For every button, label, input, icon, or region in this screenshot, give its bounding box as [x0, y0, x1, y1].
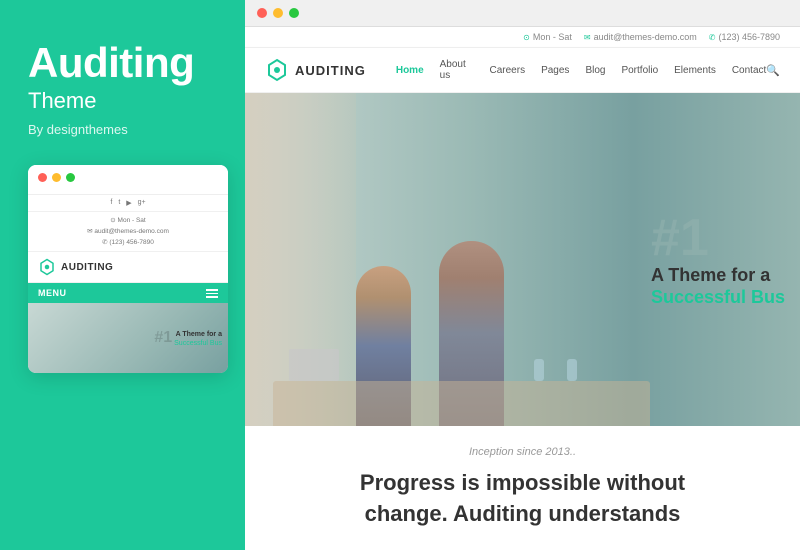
mobile-traffic-lights [38, 173, 218, 182]
phone-icon: ✆ [709, 33, 716, 42]
mobile-logo-icon [38, 258, 56, 276]
site-headline: Progress is impossible without change. A… [275, 468, 770, 530]
mobile-menu-label: MENU [38, 288, 67, 298]
browser-tl-green [289, 8, 299, 18]
mobile-preview-card: f t ▶ g+ ⊙ Mon - Sat ✉ audit@themes-demo… [28, 165, 228, 373]
site-logo[interactable]: AUDITING [265, 58, 366, 82]
site-headline-line1: Progress is impossible without [360, 470, 685, 495]
browser-tl-red [257, 8, 267, 18]
nav-link-blog[interactable]: Blog [585, 65, 605, 76]
nav-link-careers[interactable]: Careers [490, 65, 526, 76]
hero-tagline-line1: A Theme for a [651, 264, 785, 287]
mobile-tl-yellow [52, 173, 61, 182]
email-icon: ✉ [584, 33, 591, 42]
site-topbar: ⊙ Mon - Sat ✉ audit@themes-demo.com ✆ (1… [245, 27, 800, 48]
site-logo-icon [265, 58, 289, 82]
left-panel: Auditing Theme By designthemes f t ▶ g+ … [0, 0, 245, 550]
site-nav-links: Home About us Careers Pages Blog Portfol… [396, 59, 766, 81]
mobile-logo-text: AUDITING [61, 262, 113, 273]
mobile-hero-image: #1 A Theme for a Successful Bus [28, 303, 228, 373]
nav-link-contact[interactable]: Contact [732, 65, 766, 76]
mobile-info-bar: ⊙ Mon - Sat ✉ audit@themes-demo.com ✆ (1… [28, 212, 228, 252]
site-email-text: audit@themes-demo.com [594, 32, 697, 42]
theme-title: Auditing [28, 40, 194, 86]
mobile-email: ✉ audit@themes-demo.com [28, 226, 228, 237]
mobile-hamburger-icon [206, 289, 218, 298]
mobile-hero-accent: Successful Bus [174, 340, 222, 347]
browser-chrome [245, 0, 800, 27]
hero-text-area: #1 A Theme for a Successful Bus [651, 212, 785, 308]
browser-tl-yellow [273, 8, 283, 18]
site-topbar-schedule: ⊙ Mon - Sat [523, 32, 572, 42]
theme-subtitle: Theme [28, 88, 96, 114]
nav-search-icon[interactable]: 🔍 [766, 64, 780, 77]
nav-link-home[interactable]: Home [396, 65, 424, 76]
site-nav: AUDITING Home About us Careers Pages Blo… [245, 48, 800, 93]
mobile-schedule: ⊙ Mon - Sat [28, 215, 228, 226]
mobile-social-gp: g+ [138, 199, 146, 207]
mobile-logo-row: AUDITING [28, 252, 228, 283]
site-topbar-phone: ✆ (123) 456-7890 [709, 32, 780, 42]
hero-number: #1 [651, 212, 785, 264]
site-hero: #1 A Theme for a Successful Bus [245, 93, 800, 426]
mobile-tl-red [38, 173, 47, 182]
site-inception-text: Inception since 2013.. [275, 446, 770, 458]
nav-link-elements[interactable]: Elements [674, 65, 716, 76]
mobile-card-header [28, 165, 228, 195]
mobile-hero-number: #1 [154, 329, 172, 347]
mobile-hero-tagline: A Theme for a [174, 330, 222, 340]
website-preview: ⊙ Mon - Sat ✉ audit@themes-demo.com ✆ (1… [245, 27, 800, 550]
nav-link-pages[interactable]: Pages [541, 65, 569, 76]
mobile-tl-green [66, 173, 75, 182]
site-topbar-email: ✉ audit@themes-demo.com [584, 32, 697, 42]
site-headline-line2: change. Auditing understands [365, 501, 681, 526]
theme-author: By designthemes [28, 122, 128, 137]
site-phone-text: (123) 456-7890 [718, 32, 780, 42]
site-schedule-text: Mon - Sat [533, 32, 572, 42]
mobile-menu-bar[interactable]: MENU [28, 283, 228, 303]
mobile-social-fb: f [110, 199, 112, 207]
hero-tagline-line2: Successful Bus [651, 287, 785, 308]
mobile-social-tw: t [118, 199, 120, 207]
site-below-hero: Inception since 2013.. Progress is impos… [245, 426, 800, 550]
mobile-phone: ✆ (123) 456-7890 [28, 237, 228, 248]
right-panel: ⊙ Mon - Sat ✉ audit@themes-demo.com ✆ (1… [245, 0, 800, 550]
mobile-social-bar: f t ▶ g+ [28, 195, 228, 212]
mobile-social-yt: ▶ [126, 199, 131, 207]
clock-icon: ⊙ [523, 33, 530, 42]
nav-link-portfolio[interactable]: Portfolio [621, 65, 658, 76]
site-logo-text: AUDITING [295, 63, 366, 78]
nav-link-about[interactable]: About us [440, 59, 474, 81]
